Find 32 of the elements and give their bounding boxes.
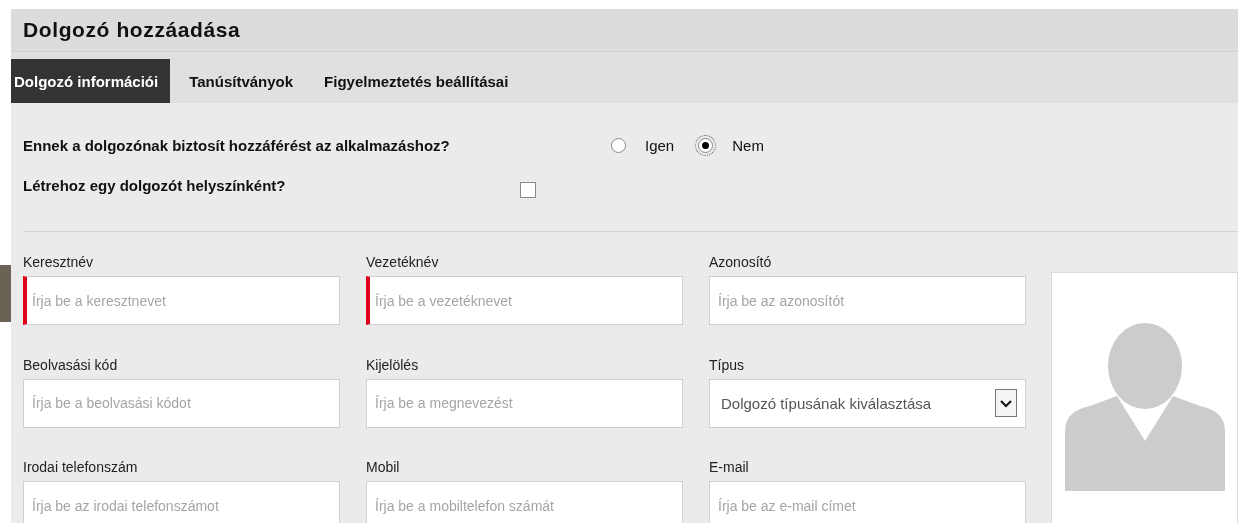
input-field[interactable]: Írja be a mobiltelefon számát xyxy=(366,481,683,523)
page-title: Dolgozó hozzáadása xyxy=(23,18,241,42)
question-label: Ennek a dolgozónak biztosít hozzáférést az alkalmazáshoz? xyxy=(23,136,451,154)
checkbox[interactable] xyxy=(520,182,536,198)
field-label: Irodai telefonszám xyxy=(23,459,139,478)
radio-label: Igen xyxy=(645,136,675,154)
input-field[interactable]: Írja be az e-mail címet xyxy=(709,481,1026,523)
tab[interactable]: Tanúsítványok xyxy=(186,59,318,103)
type-dropdown[interactable]: Dolgozó típusának kiválasztása xyxy=(709,378,1026,428)
input-field[interactable]: Írja be a vezetéknevet xyxy=(366,276,683,325)
question-label: Létrehoz egy dolgozót helyszínként? xyxy=(23,176,287,194)
field-label: Vezetéknév xyxy=(366,254,440,272)
input-field[interactable]: Írja be a beolvasási kódot xyxy=(23,378,340,428)
input-field[interactable]: Írja be az irodai telefonszámot xyxy=(23,481,340,523)
field-label: Keresztnév xyxy=(23,254,95,272)
radio-button[interactable] xyxy=(698,137,714,153)
radio-button[interactable] xyxy=(611,137,626,153)
input-field[interactable]: Írja be a megnevezést xyxy=(366,378,683,428)
avatar-icon xyxy=(1064,321,1225,491)
field-label: Beolvasási kód xyxy=(23,356,119,375)
field-label: Típus xyxy=(709,356,745,375)
field-label: Mobil xyxy=(366,459,401,478)
input-field[interactable]: Írja be az azonosítót xyxy=(709,276,1026,325)
field-label: Azonosító xyxy=(709,254,773,272)
input-field[interactable]: Írja be a keresztnevet xyxy=(23,276,340,325)
tab[interactable]: Dolgozó információi xyxy=(11,59,171,103)
field-label: E-mail xyxy=(709,459,750,478)
radio-label: Nem xyxy=(732,136,764,154)
tab[interactable]: Figyelmeztetés beállításai xyxy=(321,59,533,103)
field-label: Kijelölés xyxy=(366,356,420,375)
edge-strip xyxy=(0,265,11,322)
caret-icon[interactable] xyxy=(995,389,1017,418)
